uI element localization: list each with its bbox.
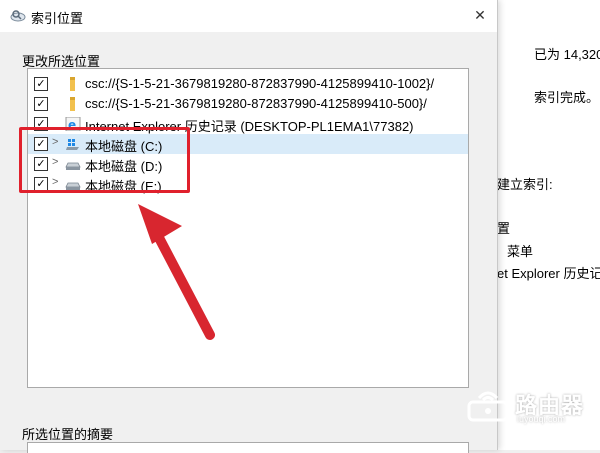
router-logo-icon [467,391,509,422]
watermark: 路由器 luyouqi.com [465,386,600,426]
annotation-arrow [138,204,215,340]
watermark-subtext: luyouqi.com [517,414,566,424]
